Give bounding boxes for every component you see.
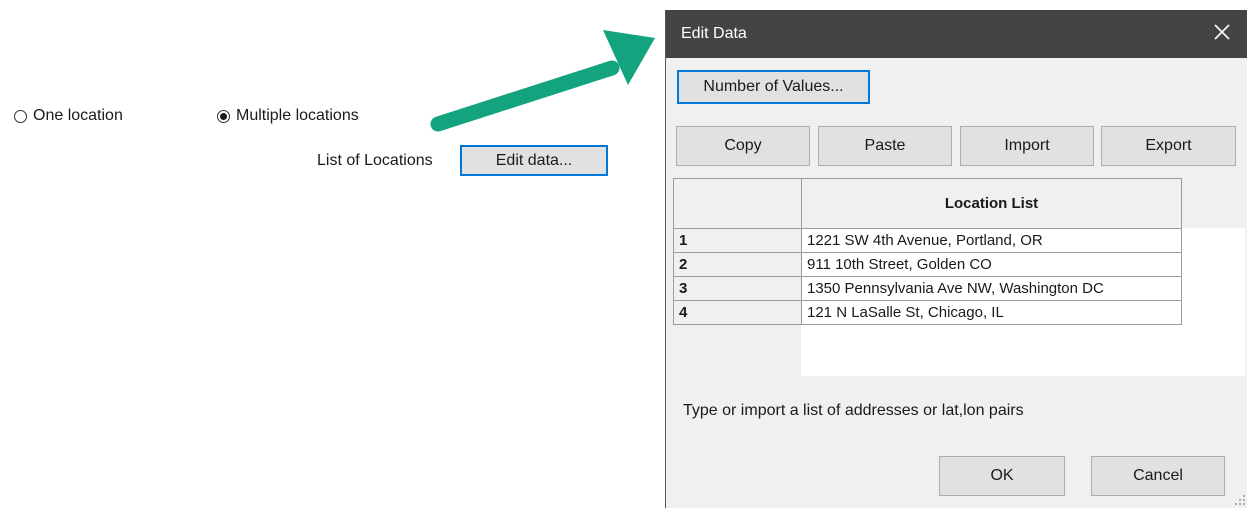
radio-multiple-locations[interactable]: Multiple locations xyxy=(217,107,359,125)
radio-one-location-label: One location xyxy=(33,107,123,124)
resize-grip-icon[interactable] xyxy=(1234,494,1246,506)
edit-data-dialog: Edit Data Number of Values... Copy Paste… xyxy=(665,10,1247,508)
dialog-title: Edit Data xyxy=(681,25,747,42)
location-cell[interactable]: 1221 SW 4th Avenue, Portland, OR xyxy=(801,228,1182,253)
number-of-values-button[interactable]: Number of Values... xyxy=(677,70,870,104)
edit-data-button-label: Edit data... xyxy=(495,151,573,169)
table-row: 3 1350 Pennsylvania Ave NW, Washington D… xyxy=(673,276,1182,301)
row-number[interactable]: 4 xyxy=(673,300,802,325)
cancel-label: Cancel xyxy=(1133,467,1183,484)
number-of-values-label: Number of Values... xyxy=(703,78,844,95)
grid-corner-cell[interactable] xyxy=(673,178,802,229)
import-button[interactable]: Import xyxy=(960,126,1094,166)
paste-button[interactable]: Paste xyxy=(818,126,952,166)
ok-button[interactable]: OK xyxy=(939,456,1065,496)
dialog-titlebar[interactable]: Edit Data xyxy=(666,10,1247,58)
copy-button[interactable]: Copy xyxy=(676,126,810,166)
row-number[interactable]: 2 xyxy=(673,252,802,277)
radio-dot xyxy=(220,112,227,120)
paste-label: Paste xyxy=(864,137,906,154)
location-cell[interactable]: 1350 Pennsylvania Ave NW, Washington DC xyxy=(801,276,1182,301)
list-of-locations-label: List of Locations xyxy=(317,152,433,169)
export-button[interactable]: Export xyxy=(1101,126,1236,166)
row-number[interactable]: 1 xyxy=(673,228,802,253)
cancel-button[interactable]: Cancel xyxy=(1091,456,1225,496)
copy-label: Copy xyxy=(724,137,762,154)
location-grid: Location List 1 1221 SW 4th Avenue, Port… xyxy=(673,178,1182,325)
ok-label: OK xyxy=(990,467,1014,484)
row-number[interactable]: 3 xyxy=(673,276,802,301)
table-row: 1 1221 SW 4th Avenue, Portland, OR xyxy=(673,228,1182,253)
location-cell[interactable]: 911 10th Street, Golden CO xyxy=(801,252,1182,277)
radio-one-location[interactable]: One location xyxy=(14,107,123,125)
close-icon[interactable] xyxy=(1210,20,1234,44)
location-list-column-header[interactable]: Location List xyxy=(801,178,1182,229)
import-label: Import xyxy=(1004,137,1050,154)
radio-multiple-locations-label: Multiple locations xyxy=(236,107,359,124)
export-label: Export xyxy=(1145,137,1192,154)
table-row: 4 121 N LaSalle St, Chicago, IL xyxy=(673,300,1182,325)
location-cell[interactable]: 121 N LaSalle St, Chicago, IL xyxy=(801,300,1182,325)
radio-button-checked[interactable] xyxy=(217,109,230,123)
hint-text: Type or import a list of addresses or la… xyxy=(683,402,1024,419)
edit-data-button[interactable]: Edit data... xyxy=(460,145,608,176)
radio-button-unchecked[interactable] xyxy=(14,109,27,123)
table-row: 2 911 10th Street, Golden CO xyxy=(673,252,1182,277)
grid-header-row: Location List xyxy=(673,178,1182,229)
